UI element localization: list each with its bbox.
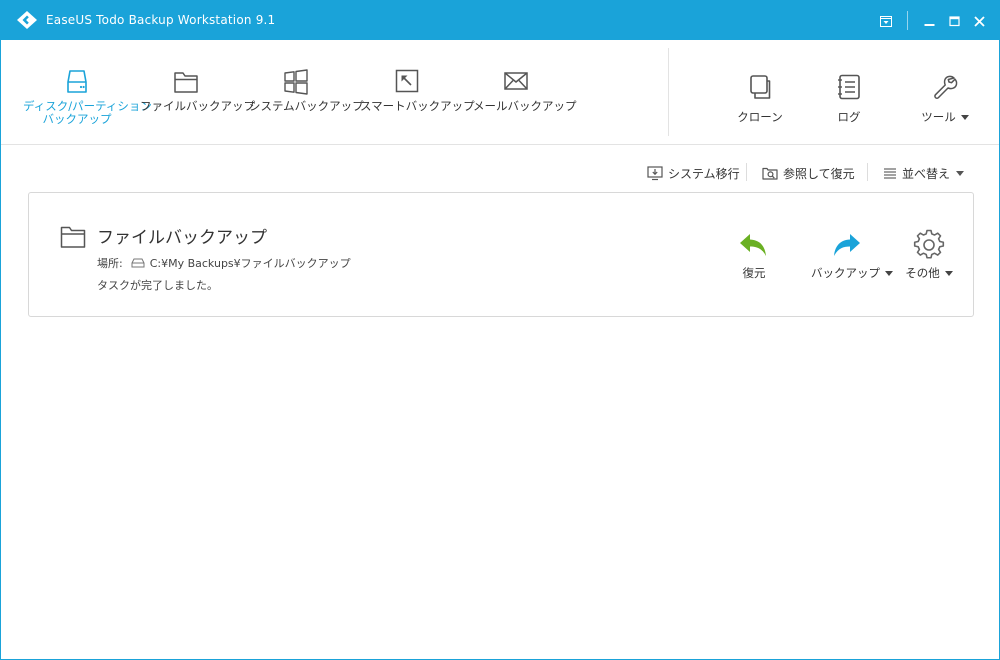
close-icon [973, 15, 985, 27]
backup-dropdown-button[interactable]: バックアップ [811, 229, 893, 281]
clone-icon [750, 75, 771, 99]
system-backup-button[interactable]: システムバックアップ [249, 67, 364, 113]
action-separator [746, 163, 747, 181]
chevron-down-icon [944, 271, 953, 276]
smart-backup-button[interactable]: スマートバックアップ [360, 67, 475, 113]
clone-label: クローン [737, 110, 783, 124]
system-transfer-icon [647, 166, 663, 181]
sort-label: 並べ替え [902, 166, 951, 181]
minimize-button[interactable] [918, 10, 940, 32]
title-bar: EaseUS Todo Backup Workstation 9.1 [1, 1, 999, 40]
restore-label: 復元 [742, 266, 766, 280]
browse-restore-button[interactable]: 参照して復元 [762, 159, 855, 187]
maximize-icon [948, 15, 960, 26]
task-title: ファイルバックアップ [97, 228, 267, 248]
action-separator [867, 163, 868, 181]
close-button[interactable] [968, 10, 990, 32]
app-window: EaseUS Todo Backup Workstation 9.1 ディスク/… [0, 0, 1000, 660]
gear-icon [913, 229, 945, 259]
easeus-logo-icon [17, 11, 37, 29]
window-title: EaseUS Todo Backup Workstation 9.1 [46, 13, 276, 27]
browse-restore-icon [762, 167, 778, 180]
more-label-text: その他 [905, 266, 940, 280]
disk-partition-backup-label-line2: バックアップ [42, 112, 112, 126]
restore-button[interactable]: 復元 [728, 229, 780, 281]
system-transfer-label: システム移行 [668, 166, 740, 181]
chevron-down-icon [885, 271, 893, 276]
minimize-icon [924, 23, 934, 26]
toolbar-separator [668, 48, 669, 136]
task-location: 場所: C:¥My Backups¥ファイルバックアップ [97, 255, 351, 271]
wrench-icon [934, 75, 958, 99]
system-transfer-button[interactable]: システム移行 [647, 159, 740, 187]
maximize-button[interactable] [943, 10, 965, 32]
more-label: その他 [905, 265, 953, 281]
sort-list-icon [884, 168, 896, 179]
mail-backup-button[interactable]: メールバックアップ [473, 67, 577, 113]
clone-button[interactable]: クローン [731, 73, 789, 125]
windows-icon [284, 69, 308, 95]
file-backup-label: ファイルバックアップ [140, 99, 255, 113]
envelope-icon [504, 72, 528, 90]
more-options-button[interactable]: その他 [905, 229, 953, 281]
browse-restore-label: 参照して復元 [783, 166, 855, 181]
system-backup-label: システムバックアップ [249, 99, 364, 113]
task-status: タスクが完了しました。 [97, 279, 218, 292]
location-label: 場所: [97, 257, 123, 270]
mail-backup-label: メールバックアップ [473, 99, 577, 113]
options-menu-icon [880, 15, 892, 27]
restore-arrow-icon [740, 234, 766, 256]
location-path: C:¥My Backups¥ファイルバックアップ [149, 257, 351, 270]
tools-menu-button[interactable]: ツール [917, 73, 973, 125]
drive-icon [131, 258, 145, 268]
log-icon [838, 74, 860, 100]
tools-label: ツール [917, 109, 973, 125]
log-button[interactable]: ログ [825, 73, 873, 125]
smart-backup-icon [395, 69, 419, 93]
main-toolbar: ディスク/パーティション バックアップ ファイルバックアップ システムバックアッ… [1, 40, 999, 145]
title-bar-separator [907, 11, 908, 30]
folder-icon [174, 72, 198, 93]
backup-label-text: バックアップ [811, 266, 880, 280]
folder-icon [60, 226, 86, 248]
smart-backup-label: スマートバックアップ [360, 99, 475, 113]
tools-label-text: ツール [921, 110, 956, 124]
chevron-down-icon [960, 115, 969, 120]
file-backup-button[interactable]: ファイルバックアップ [140, 67, 255, 113]
backup-arrow-icon [834, 234, 860, 256]
options-menu-button[interactable] [875, 10, 897, 32]
disk-partition-backup-button[interactable]: ディスク/パーティション バックアップ [23, 67, 152, 126]
backup-label: バックアップ [811, 265, 893, 281]
disk-icon [67, 70, 87, 93]
chevron-down-icon [956, 170, 965, 176]
sort-button[interactable]: 並べ替え [883, 159, 965, 187]
task-action-bar: システム移行 参照して復元 並べ替え [1, 159, 999, 187]
backup-task-card[interactable]: ファイルバックアップ 場所: C:¥My Backups¥ファイルバックアップ … [28, 192, 974, 317]
log-label: ログ [837, 110, 861, 124]
